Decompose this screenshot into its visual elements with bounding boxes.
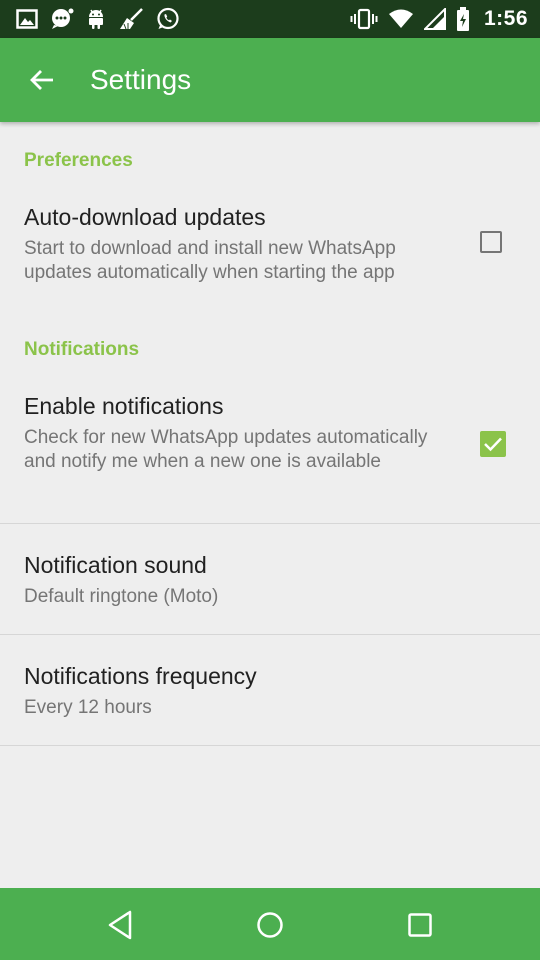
whatsapp-icon: [156, 7, 180, 31]
app-bar: Settings: [0, 38, 540, 122]
arrow-left-icon: [30, 70, 53, 90]
pref-summary: Every 12 hours: [24, 697, 152, 718]
battery-icon: [456, 7, 470, 31]
pref-title: Auto-download updates: [24, 204, 266, 230]
pref-summary: Start to download and install new WhatsA…: [24, 238, 396, 283]
pref-title: Notifications frequency: [24, 663, 257, 689]
home-circle-icon: [257, 912, 283, 938]
section-header-preferences: Preferences: [24, 150, 133, 171]
page-title: Settings: [90, 64, 192, 95]
nav-recents-button[interactable]: [403, 908, 437, 942]
notification-icons: [16, 6, 180, 32]
divider: [0, 523, 540, 524]
pref-summary: Default ringtone (Moto): [24, 586, 219, 607]
status-bar: 1:56: [0, 0, 540, 38]
android-icon: [86, 8, 106, 30]
divider: [0, 745, 540, 746]
pref-title: Enable notifications: [24, 393, 224, 419]
nav-back-button[interactable]: [103, 908, 137, 942]
gallery-icon: [16, 9, 38, 29]
pref-title: Notification sound: [24, 552, 207, 578]
chat-icon: [50, 8, 74, 30]
recents-square-icon: [408, 913, 432, 937]
nav-home-button[interactable]: [253, 908, 287, 942]
divider: [0, 634, 540, 635]
wifi-icon: [388, 9, 414, 29]
back-triangle-icon: [108, 910, 132, 940]
pref-summary: Check for new WhatsApp updates automatic…: [24, 427, 428, 472]
system-icons: 1:56: [350, 6, 528, 32]
broom-icon: [118, 8, 144, 30]
checkmark-icon: [484, 437, 502, 452]
auto-download-checkbox[interactable]: [480, 231, 502, 253]
clock: 1:56: [483, 7, 528, 30]
enable-notifications-checkbox[interactable]: [480, 431, 506, 457]
back-button[interactable]: [22, 60, 62, 100]
signal-icon: [423, 8, 446, 30]
section-header-notifications: Notifications: [24, 339, 140, 360]
navigation-bar: [0, 888, 540, 960]
vibrate-icon: [350, 8, 378, 30]
